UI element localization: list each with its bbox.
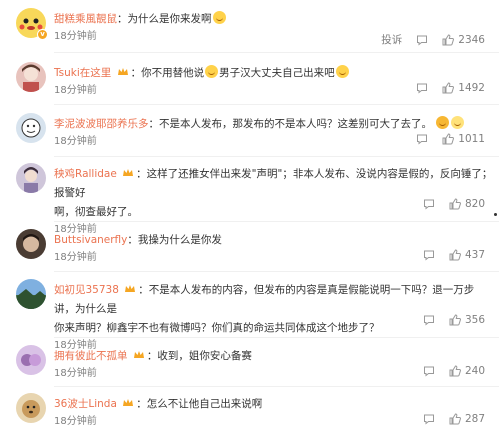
divider (54, 386, 499, 387)
comment-username[interactable]: 36波士Linda (54, 398, 117, 410)
reply-icon (423, 315, 434, 326)
laugh-emoji-icon (335, 65, 349, 78)
avatar[interactable] (16, 393, 46, 423)
comment-text-extra: 男子汉大丈夫自己出来吧 (219, 67, 335, 79)
comment-username[interactable]: Tsuki在这里 (54, 67, 111, 79)
love-emoji-icon (436, 116, 450, 129)
reply-icon (417, 35, 428, 46)
reply-icon (423, 250, 434, 261)
divider (54, 337, 499, 338)
like-count: 356 (464, 314, 485, 326)
reply-icon (423, 414, 434, 425)
reply-icon (417, 83, 428, 94)
scroll-indicator (494, 213, 497, 216)
like-icon (449, 314, 461, 326)
report-button[interactable]: 投诉 (381, 32, 402, 47)
like-button[interactable]: 437 (449, 249, 485, 261)
like-icon (449, 413, 461, 425)
like-count: 437 (464, 249, 485, 261)
divider (54, 221, 499, 222)
divider (54, 271, 499, 272)
like-icon (449, 365, 461, 377)
crown-badge-icon (133, 351, 144, 358)
reply-icon (423, 199, 434, 210)
divider (54, 104, 499, 105)
comment-text: ：我操为什么是你发 (127, 234, 222, 246)
like-icon (442, 133, 455, 145)
like-button[interactable]: 356 (449, 314, 485, 326)
like-button[interactable]: 287 (449, 413, 485, 425)
like-button[interactable]: 240 (449, 365, 485, 377)
like-count: 820 (464, 198, 485, 210)
like-button[interactable]: 1492 (442, 82, 485, 94)
reply-button[interactable] (416, 82, 428, 94)
like-icon (442, 33, 455, 45)
comment-username[interactable]: 甜糕乘風靚鼠 (54, 13, 117, 25)
avatar[interactable] (16, 345, 46, 375)
avatar[interactable] (16, 62, 46, 92)
cat-emoji-icon (451, 116, 465, 129)
comment-username[interactable]: 李泥波波耶邵养乐多 (54, 118, 149, 130)
divider (54, 52, 499, 53)
like-button[interactable]: 1011 (442, 133, 485, 145)
like-button[interactable]: 2346 (442, 34, 485, 46)
avatar[interactable] (16, 229, 46, 259)
like-button[interactable]: 820 (449, 198, 485, 210)
comment-text: ：怎么不让他自己出来说啊 (136, 398, 263, 410)
avatar[interactable] (16, 113, 46, 143)
reply-button[interactable] (423, 413, 435, 425)
divider (54, 156, 499, 157)
comment-username[interactable]: Buttsivanerfly (54, 234, 127, 246)
like-count: 2346 (458, 33, 485, 46)
reply-button[interactable] (423, 198, 435, 210)
comment-text: ：收到，姐你安心备赛 (146, 350, 252, 362)
avatar[interactable] (16, 279, 46, 309)
reply-icon (417, 134, 428, 145)
reply-button[interactable] (423, 365, 435, 377)
crown-badge-icon (117, 68, 128, 75)
like-icon (442, 82, 455, 94)
avatar[interactable] (16, 163, 46, 193)
crown-badge-icon (125, 285, 136, 292)
comment-username[interactable]: 秧鸡Rallidae (54, 168, 117, 180)
laugh-emoji-icon (212, 11, 226, 24)
verified-badge-icon: v (37, 29, 48, 40)
like-count: 1011 (458, 133, 485, 145)
reply-icon (423, 366, 434, 377)
reply-button[interactable] (423, 314, 435, 326)
comment-username[interactable]: 拥有彼此不孤单 (54, 350, 128, 362)
comment-username[interactable]: 如初见35738 (54, 284, 119, 296)
crown-badge-icon (123, 169, 134, 176)
comment-text: ：不是本人发布，那发布的不是本人吗？这差别可大了去了。 (148, 118, 433, 130)
crown-badge-icon (123, 399, 134, 406)
like-icon (449, 249, 461, 261)
comment-text: ：这样了还推女伴出来发"声明"；非本人发布、没说内容是假的，反向锤了；报警好 (54, 168, 493, 199)
like-count: 287 (464, 413, 485, 425)
like-count: 240 (464, 365, 485, 377)
reply-button[interactable] (416, 133, 428, 145)
laugh-emoji-icon (205, 65, 219, 78)
comment-text: ：你不用替他说 (130, 67, 205, 79)
like-count: 1492 (458, 82, 485, 94)
reply-button[interactable] (423, 249, 435, 261)
reply-button[interactable] (416, 34, 428, 46)
comment-text: ：为什么是你来发啊 (117, 13, 212, 25)
like-icon (449, 198, 461, 210)
